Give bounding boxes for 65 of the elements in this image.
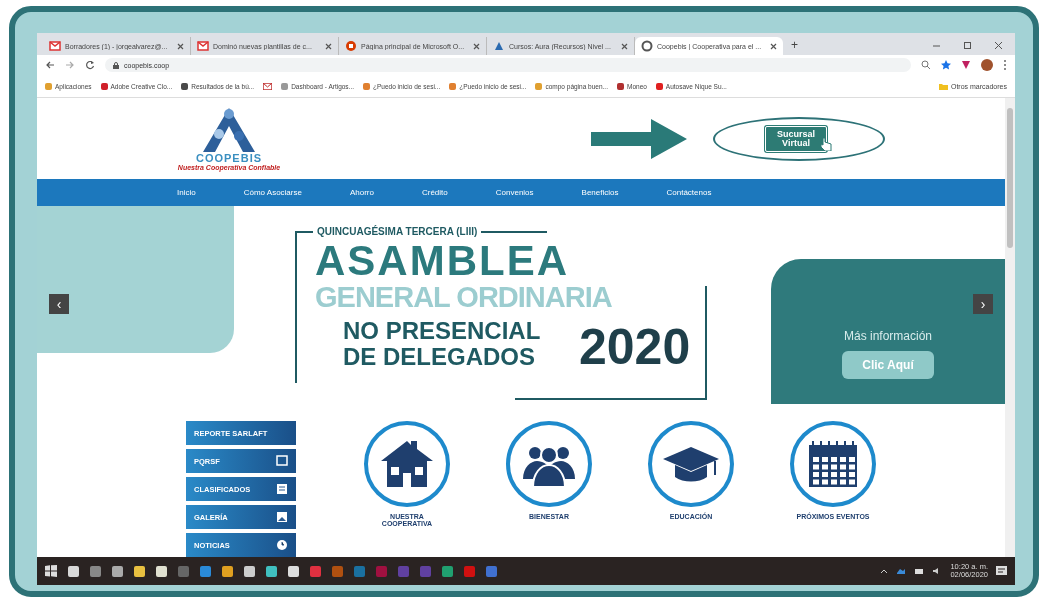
taskbar-app-icon[interactable] (442, 565, 453, 577)
lock-icon (113, 61, 119, 69)
taskbar-app-icon[interactable] (244, 565, 255, 577)
clock-icon (276, 539, 288, 551)
banner-subtitle: QUINCUAGÉSIMA TERCERA (LIII) (313, 226, 482, 237)
maximize-icon[interactable] (963, 41, 972, 50)
next-slide-button[interactable]: › (973, 294, 993, 314)
nav-link[interactable]: Contáctenos (666, 188, 712, 197)
window-icon (276, 455, 288, 467)
back-arrow-icon[interactable] (45, 60, 55, 70)
nav-link[interactable]: Cómo Asociarse (243, 188, 302, 197)
banner-title: ASAMBLEA (315, 240, 569, 282)
mail-icon (197, 40, 209, 52)
close-icon[interactable] (621, 42, 628, 50)
tab-favicon-icon (345, 40, 357, 52)
tab-favicon-icon (493, 40, 505, 52)
tab-favicon-icon (641, 40, 653, 52)
reload-icon[interactable] (85, 60, 95, 70)
close-icon[interactable] (325, 42, 332, 50)
feature-circle-button[interactable] (364, 421, 450, 507)
nav-link[interactable]: Crédito (421, 188, 448, 197)
feature-circle-button[interactable] (790, 421, 876, 507)
taskbar-app-icon[interactable] (288, 565, 299, 577)
new-tab-button[interactable]: + (791, 38, 798, 52)
star-icon[interactable] (941, 60, 951, 70)
arrow-icon (591, 118, 687, 159)
nav-link[interactable]: Inicio (177, 188, 196, 197)
virtual-branch-button[interactable]: Sucursal Virtual (765, 125, 827, 152)
feature-circle-button[interactable] (506, 421, 592, 507)
taskbar-app-icon[interactable] (68, 565, 79, 577)
taskbar-app-icon[interactable] (134, 565, 145, 577)
close-icon[interactable] (177, 42, 184, 50)
nav-link[interactable]: Convenios (495, 188, 534, 197)
nav-link[interactable]: Beneficios (581, 188, 619, 197)
nav-link[interactable]: Ahorro (349, 188, 374, 197)
scrollbar-thumb[interactable] (1007, 108, 1013, 248)
logo-text: COOPEBIS (195, 152, 263, 164)
taskbar-app-icon[interactable] (112, 565, 123, 577)
windows-start-icon[interactable] (45, 565, 57, 577)
banner-title: GENERAL ORDINARIA (315, 282, 612, 312)
close-icon[interactable] (770, 42, 777, 50)
image-icon (276, 511, 288, 523)
battery-icon[interactable] (914, 567, 925, 575)
feature-circle-button[interactable] (648, 421, 734, 507)
hand-pointer-icon (819, 136, 833, 151)
taskbar-app-icon[interactable] (156, 565, 167, 577)
document-icon (276, 483, 288, 495)
notification-icon[interactable] (996, 565, 1007, 577)
zoom-icon[interactable] (921, 60, 931, 70)
taskbar-app-icon[interactable] (222, 565, 233, 577)
chevron-up-icon[interactable] (880, 568, 889, 574)
extension-icon[interactable] (961, 60, 971, 70)
mail-icon[interactable] (263, 82, 273, 90)
close-icon[interactable] (473, 42, 480, 50)
banner-title: DE DELEGADOS (343, 344, 536, 370)
previous-slide-button[interactable]: ‹ (49, 294, 69, 314)
info-text: Más información (844, 329, 932, 343)
close-icon[interactable] (994, 41, 1003, 50)
taskbar-app-icon[interactable] (266, 565, 277, 577)
folder-icon (938, 82, 948, 90)
banner-title: NO PRESENCIAL (343, 318, 541, 344)
menu-icon[interactable] (1003, 59, 1007, 71)
profile-avatar-icon[interactable] (981, 59, 993, 71)
mail-icon (49, 40, 61, 52)
banner-year: 2020 (579, 322, 691, 372)
